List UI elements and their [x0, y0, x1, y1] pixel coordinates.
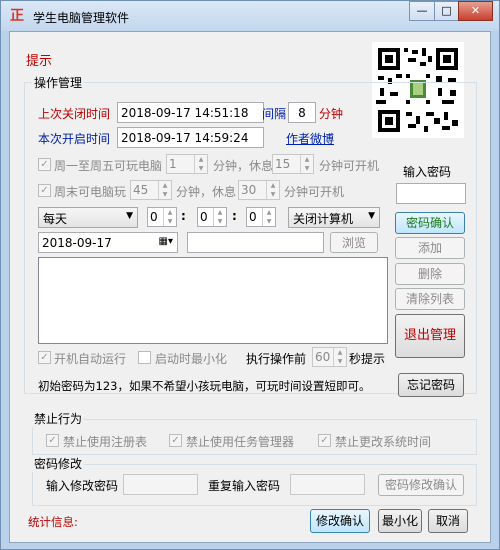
minimize-on-start-label: 启动时最小化 [155, 352, 228, 366]
minute-value: 0 [200, 210, 208, 224]
repeat-select-value: 每天 [43, 212, 68, 226]
chevron-down-icon: ▼ [368, 211, 375, 221]
weekend-rest-label: 分钟，休息 [176, 185, 237, 199]
weekday-rest-value: 15 [275, 157, 291, 171]
before-exec-value: 60 [315, 350, 331, 364]
stepper-arrows-icon: ▲ ▼ [333, 348, 346, 366]
forbid-systime-checkbox[interactable]: ✓ [318, 434, 331, 447]
repeat-password-label: 重复输入密码 [208, 479, 281, 493]
weekday-rest-label: 分钟，休息 [213, 159, 274, 173]
weekend-open-label: 分钟可开机 [284, 185, 345, 199]
stepper-arrows-icon: ▲ ▼ [158, 181, 171, 199]
action-select[interactable]: 关闭计算机 ▼ [288, 207, 380, 228]
weekend-checkbox[interactable]: ✓ [38, 184, 51, 197]
browse-button[interactable]: 浏览 [330, 232, 378, 253]
password-change-title: 密码修改 [32, 455, 85, 472]
interval-field[interactable]: 8 [288, 102, 316, 123]
weekend-rest-stepper[interactable]: 30 ▲ ▼ [238, 180, 280, 200]
forbid-taskmgr-checkbox[interactable]: ✓ [169, 434, 182, 447]
interval-label: 间隔 [262, 107, 287, 121]
hour-minute-separator: : [181, 209, 186, 223]
weekday-play-value: 1 [169, 157, 177, 171]
forgot-password-button[interactable]: 忘记密码 [398, 373, 464, 397]
client-area: 提示 操作管理 上次关闭时间 2018-09-17 14:51:18 间隔 8 … [9, 31, 491, 543]
minimize-window-button[interactable]: — [409, 1, 435, 21]
exit-manage-button[interactable]: 退出管理 [395, 314, 465, 358]
date-value: 2018-09-17 [42, 236, 112, 250]
forbid-registry-checkbox[interactable]: ✓ [46, 434, 59, 447]
stepper-arrows-icon: ▲ ▼ [194, 155, 207, 173]
ops-group-title: 操作管理 [32, 74, 85, 91]
hour-value: 0 [150, 210, 158, 224]
calendar-icon: ▦▾ [158, 236, 173, 247]
forbid-group-title: 禁止行为 [32, 410, 85, 427]
hour-stepper[interactable]: 0 ▲ ▼ [147, 207, 177, 227]
stepper-arrows-icon: ▲ ▼ [266, 181, 279, 199]
task-list[interactable] [38, 257, 388, 344]
action-select-value: 关闭计算机 [293, 212, 354, 226]
hint-label: 提示 [26, 54, 53, 69]
weekday-open-label: 分钟可开机 [319, 159, 380, 173]
minimize-button[interactable]: 最小化 [378, 509, 422, 533]
stepper-arrows-icon: ▲ ▼ [213, 208, 226, 226]
last-close-label: 上次关闭时间 [38, 107, 111, 121]
before-exec-label: 执行操作前 [246, 352, 307, 366]
weekday-play-stepper[interactable]: 1 ▲ ▼ [166, 154, 208, 174]
forbid-registry-label: 禁止使用注册表 [63, 435, 148, 449]
author-weibo-link[interactable]: 作者微博 [286, 130, 334, 147]
password-field[interactable] [396, 183, 466, 204]
modify-confirm-button[interactable]: 修改确认 [310, 509, 370, 533]
stepper-arrows-icon: ▲ ▼ [300, 155, 313, 173]
forbid-taskmgr-label: 禁止使用任务管理器 [186, 435, 295, 449]
add-button[interactable]: 添加 [395, 237, 465, 259]
open-time-field[interactable]: 2018-09-17 14:59:24 [117, 127, 264, 148]
chevron-down-icon: ▼ [126, 211, 133, 221]
confirm-password-button[interactable]: 密码确认 [395, 212, 465, 234]
window-title: 学生电脑管理软件 [33, 11, 130, 25]
title-bar: 正 学生电脑管理软件 — □ ✕ [1, 1, 499, 31]
cancel-button[interactable]: 取消 [428, 509, 468, 533]
weekend-play-value: 45 [133, 183, 149, 197]
password-label: 输入密码 [403, 165, 452, 179]
weekend-label: 周末可电脑玩 [54, 185, 127, 199]
last-close-field[interactable]: 2018-09-17 14:51:18 [117, 102, 264, 123]
clear-list-button[interactable]: 清除列表 [395, 288, 465, 310]
password-change-confirm-button[interactable]: 密码修改确认 [378, 474, 464, 496]
new-password-field[interactable] [123, 474, 198, 495]
weekday-checkbox[interactable]: ✓ [38, 158, 51, 171]
delete-button[interactable]: 删除 [395, 263, 465, 285]
weekend-play-stepper[interactable]: 45 ▲ ▼ [130, 180, 172, 200]
stepper-arrows-icon: ▲ ▼ [163, 208, 176, 226]
autostart-checkbox[interactable]: ✓ [38, 351, 51, 364]
seconds-hint-label: 秒提示 [349, 352, 386, 366]
minimize-on-start-checkbox[interactable] [138, 351, 151, 364]
maximize-window-button[interactable]: □ [434, 1, 459, 21]
file-path-field[interactable] [187, 232, 324, 253]
app-icon: 正 [10, 8, 24, 24]
second-value: 0 [249, 210, 257, 224]
weekday-label: 周一至周五可玩电脑 [54, 159, 163, 173]
date-picker[interactable]: 2018-09-17 ▦▾ [38, 232, 178, 253]
weekend-rest-value: 30 [241, 183, 257, 197]
minute-second-separator: : [232, 209, 237, 223]
repeat-password-field[interactable] [290, 474, 365, 495]
weekday-rest-stepper[interactable]: 15 ▲ ▼ [272, 154, 314, 174]
autostart-label: 开机自动运行 [54, 352, 127, 366]
minute-stepper[interactable]: 0 ▲ ▼ [197, 207, 227, 227]
new-password-label: 输入修改密码 [46, 479, 119, 493]
stepper-arrows-icon: ▲ ▼ [262, 208, 275, 226]
second-stepper[interactable]: 0 ▲ ▼ [246, 207, 276, 227]
open-time-label: 本次开启时间 [38, 132, 111, 146]
initial-password-note: 初始密码为123，如果不希望小孩玩电脑，可玩时间设置短即可。 [38, 379, 371, 393]
app-window: 正 学生电脑管理软件 — □ ✕ 提示 操作管理 上次关闭时间 2018-09-… [0, 0, 500, 550]
forbid-systime-label: 禁止更改系统时间 [335, 435, 432, 449]
before-exec-stepper[interactable]: 60 ▲ ▼ [312, 347, 347, 367]
minutes-label: 分钟 [319, 107, 344, 121]
stats-label: 统计信息: [28, 515, 78, 529]
close-window-button[interactable]: ✕ [458, 1, 493, 21]
repeat-select[interactable]: 每天 ▼ [38, 207, 138, 228]
